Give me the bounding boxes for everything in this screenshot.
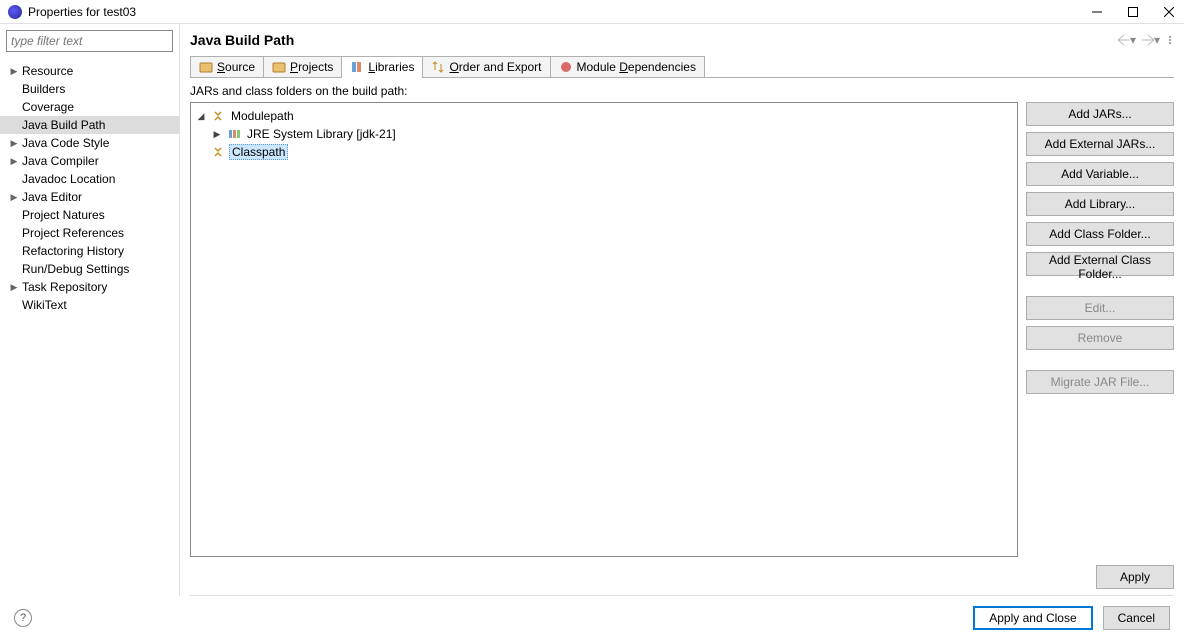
chevron-right-icon: ▶ [8,281,20,293]
forward-icon[interactable]: ▾ [1142,33,1160,47]
sidebar-item-java-editor[interactable]: ▶Java Editor [0,188,179,206]
sidebar-item-java-build-path[interactable]: Java Build Path [0,116,179,134]
add-jars-button[interactable]: Add JARs... [1026,102,1174,126]
chevron-right-icon: ▶ [8,155,20,167]
edit-button: Edit... [1026,296,1174,320]
modulepath-icon [211,110,225,122]
classpath-icon [211,146,225,158]
tab-source[interactable]: SSourceource [190,56,264,77]
library-icon [227,128,241,140]
eclipse-icon [8,5,22,19]
add-external-class-folder-button[interactable]: Add External Class Folder... [1026,252,1174,276]
help-icon[interactable]: ? [14,609,32,627]
add-external-jars-button[interactable]: Add External JARs... [1026,132,1174,156]
libraries-icon [350,60,364,74]
chevron-right-icon: ▶ [8,191,20,203]
sidebar-item-builders[interactable]: Builders [0,80,179,98]
sidebar-item-wikitext[interactable]: WikiText [0,296,179,314]
menu-dots-icon[interactable] [1166,36,1174,44]
sidebar-item-javadoc-location[interactable]: Javadoc Location [0,170,179,188]
filter-input[interactable] [6,30,173,52]
tabs: SSourceource Projects Libraries Order an… [190,56,1174,78]
add-library-button[interactable]: Add Library... [1026,192,1174,216]
tab-description: JARs and class folders on the build path… [190,84,1174,98]
chevron-right-icon: ▶ [8,65,20,77]
minimize-button[interactable] [1090,5,1104,19]
back-icon[interactable]: ▾ [1118,33,1136,47]
page-title: Java Build Path [190,32,1118,48]
tab-projects[interactable]: Projects [263,56,342,77]
sidebar: ▶Resource Builders Coverage Java Build P… [0,24,180,596]
tab-order-export[interactable]: Order and Export [422,56,550,77]
sidebar-item-java-compiler[interactable]: ▶Java Compiler [0,152,179,170]
maximize-button[interactable] [1126,5,1140,19]
add-class-folder-button[interactable]: Add Class Folder... [1026,222,1174,246]
migrate-jar-button: Migrate JAR File... [1026,370,1174,394]
sidebar-item-project-references[interactable]: Project References [0,224,179,242]
sidebar-item-task-repository[interactable]: ▶Task Repository [0,278,179,296]
buildpath-tree[interactable]: ◢ Modulepath ▶ JRE System Library [jdk-2… [190,102,1018,557]
sidebar-item-run-debug-settings[interactable]: Run/Debug Settings [0,260,179,278]
close-button[interactable] [1162,5,1176,19]
chevron-right-icon: ▶ [8,137,20,149]
titlebar: Properties for test03 [0,0,1184,24]
apply-and-close-button[interactable]: Apply and Close [973,606,1092,630]
filter-container [6,30,173,52]
chevron-right-icon[interactable]: ▶ [211,129,223,140]
add-variable-button[interactable]: Add Variable... [1026,162,1174,186]
cancel-button[interactable]: Cancel [1103,606,1170,630]
sidebar-item-resource[interactable]: ▶Resource [0,62,179,80]
tab-module-deps[interactable]: Module Dependencies [550,56,705,77]
module-icon [559,60,573,74]
tab-libraries[interactable]: Libraries [341,56,423,77]
sidebar-item-coverage[interactable]: Coverage [0,98,179,116]
window-title: Properties for test03 [28,5,1090,19]
nav-icons: ▾ ▾ [1118,33,1174,47]
remove-button: Remove [1026,326,1174,350]
tree-item-modulepath[interactable]: ◢ Modulepath [195,107,1013,125]
source-folder-icon [199,60,213,74]
tree-item-jre[interactable]: ▶ JRE System Library [jdk-21] [195,125,1013,143]
projects-folder-icon [272,60,286,74]
content-panel: Java Build Path ▾ ▾ SSourceource Project… [180,24,1184,596]
chevron-down-icon[interactable]: ◢ [195,111,207,122]
category-tree: ▶Resource Builders Coverage Java Build P… [0,58,179,596]
order-icon [431,60,445,74]
dialog-footer: ? Apply and Close Cancel [0,596,1184,640]
button-column: Add JARs... Add External JARs... Add Var… [1026,102,1174,557]
sidebar-item-project-natures[interactable]: Project Natures [0,206,179,224]
sidebar-item-java-code-style[interactable]: ▶Java Code Style [0,134,179,152]
tree-item-classpath[interactable]: Classpath [195,143,1013,161]
apply-button[interactable]: Apply [1096,565,1174,589]
sidebar-item-refactoring-history[interactable]: Refactoring History [0,242,179,260]
